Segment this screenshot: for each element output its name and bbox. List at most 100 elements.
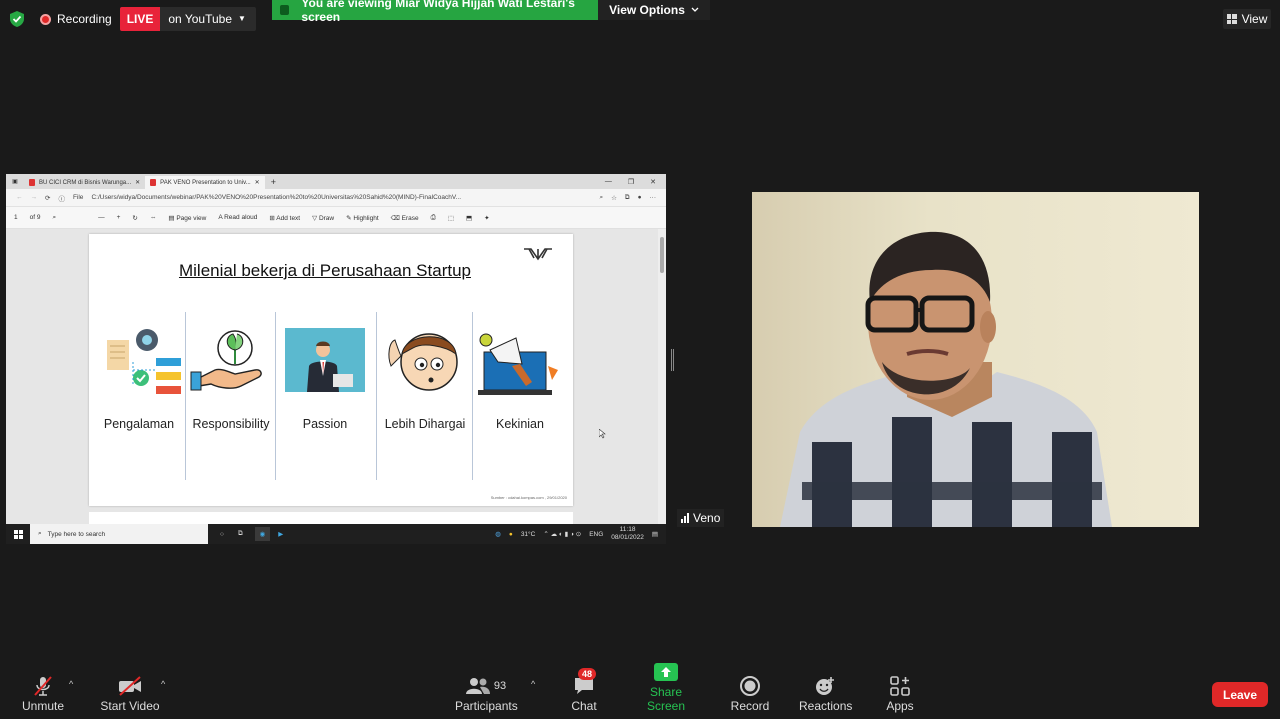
reactions-label: Reactions — [799, 699, 853, 713]
tray-icons[interactable]: ⌃ ☁ ◐ ▮ ◑ ⊙ — [543, 530, 581, 538]
clock[interactable]: 11:18 08/01/2022 — [611, 526, 644, 542]
taskbar-search-input[interactable]: ⌕ Type here to search — [30, 524, 208, 544]
viewing-banner-text: You are viewing Miar Widya Hijjah Wati L… — [301, 0, 575, 24]
pdf-icon — [150, 179, 157, 186]
chat-unread-badge: 48 — [578, 668, 597, 680]
leave-button[interactable]: Leave — [1212, 682, 1268, 707]
chevron-down-icon — [691, 7, 699, 12]
page-view-button[interactable]: ▤ Page view — [168, 214, 206, 222]
windows-taskbar: ⌕ Type here to search ○ ⧉ ◉ ▶ ◍ ● 31°C ⌃… — [6, 524, 666, 544]
notification-icon[interactable]: ▤ — [652, 530, 658, 538]
item-label: Lebih Dihargai — [384, 417, 466, 431]
pin-icon[interactable]: ✦ — [484, 214, 489, 222]
read-aloud-button[interactable]: A Read aloud — [218, 214, 257, 221]
chrome-icon[interactable]: ◍ — [495, 530, 501, 538]
add-text-label: Add text — [276, 214, 301, 222]
minimize-icon[interactable]: — — [605, 178, 612, 186]
youtube-stream-button[interactable]: on YouTube ▼ — [160, 7, 256, 31]
highlight-button[interactable]: ✎ Highlight — [346, 214, 379, 222]
unmute-button[interactable]: Unmute — [18, 673, 68, 713]
recording-status-group: Recording LIVE on YouTube ▼ — [8, 7, 256, 31]
search-icon: ⌕ — [38, 530, 42, 537]
add-text-button[interactable]: ⊞ Add text — [269, 214, 300, 222]
back-icon[interactable]: ← — [16, 194, 23, 201]
reactions-button[interactable]: Reactions — [799, 673, 853, 713]
chat-label: Chat — [571, 699, 597, 713]
time: 11:18 — [619, 526, 636, 533]
page-number-field[interactable]: 1 — [14, 214, 18, 221]
save-as-icon[interactable]: ⬒ — [466, 214, 472, 222]
tab-label: BU CICI CRM di Bisnis Warunga... — [39, 179, 132, 186]
audio-options-caret-icon[interactable]: ^ — [69, 679, 73, 689]
forward-icon[interactable]: → — [31, 194, 38, 201]
tab-actions-icon[interactable]: ▣ — [6, 178, 24, 185]
recording-label: Recording — [57, 12, 112, 26]
highlight-label: Highlight — [353, 214, 379, 222]
collections-icon[interactable]: ⧉ — [625, 194, 630, 202]
zoom-app-icon[interactable]: ▶ — [278, 530, 283, 538]
browser-tab-1[interactable]: BU CICI CRM di Bisnis Warunga... ✕ — [24, 176, 145, 189]
share-screen-button[interactable]: Share Screen — [632, 659, 700, 713]
slide-source: Sumber : cdahai.kompas.com , 29/01/2020 — [490, 495, 567, 500]
view-options-button[interactable]: View Options — [598, 0, 710, 20]
restore-icon[interactable]: ❐ — [628, 178, 634, 186]
erase-label: Erase — [401, 214, 419, 222]
print-icon[interactable]: ⎙ — [431, 214, 436, 222]
windows-start-icon[interactable] — [14, 529, 23, 539]
page-view-label: Page view — [176, 214, 207, 222]
screen-share-icon — [280, 5, 290, 15]
more-icon[interactable]: ··· — [650, 194, 667, 201]
start-video-button[interactable]: Start Video — [100, 673, 160, 713]
close-window-icon[interactable]: ✕ — [650, 178, 656, 186]
slide-item-lebih-dihargai: Lebih Dihargai — [379, 326, 471, 476]
favorites-icon[interactable]: ☆ — [611, 194, 617, 202]
shared-screen: ▣ BU CICI CRM di Bisnis Warunga... ✕ PAK… — [6, 174, 666, 544]
participant-video — [752, 192, 1199, 527]
language[interactable]: ENG — [589, 531, 603, 538]
item-label: Pengalaman — [103, 417, 175, 431]
record-icon — [740, 676, 760, 696]
close-icon[interactable]: ✕ — [135, 179, 140, 186]
cortana-icon[interactable]: ○ — [220, 531, 224, 538]
participants-label: Participants — [455, 699, 518, 713]
signal-strength-icon — [681, 513, 689, 523]
edge-icon[interactable]: ◉ — [254, 527, 271, 541]
reactions-icon — [816, 677, 834, 695]
weather-icon: ● — [508, 530, 513, 538]
recording-indicator-icon — [40, 13, 51, 25]
view-button[interactable]: View — [1223, 9, 1271, 29]
profile-icon[interactable]: ● — [638, 194, 642, 201]
save-icon[interactable]: ⬚ — [448, 214, 454, 222]
refresh-icon[interactable]: ⟳ — [45, 194, 50, 202]
pdf-scrollbar[interactable] — [658, 229, 666, 524]
address-bar: ← → ⟳ ⓘ File C:/Users/widya/Documents/we… — [6, 189, 666, 207]
system-tray: ◍ ● 31°C ⌃ ☁ ◐ ▮ ◑ ⊙ ENG 11:18 08/01/202… — [495, 526, 666, 542]
close-icon[interactable]: ✕ — [255, 179, 260, 186]
fit-page-icon[interactable]: ⇔ — [150, 214, 157, 221]
apps-button[interactable]: Apps — [884, 673, 916, 713]
new-tab-icon[interactable]: + — [265, 177, 276, 187]
chat-button[interactable]: 48 Chat — [566, 668, 602, 713]
meeting-controls: Unmute ^ Start Video ^ 93 Participants ^ — [0, 663, 1280, 719]
participants-button[interactable]: 93 Participants — [455, 673, 518, 713]
zoom-out-icon[interactable]: — — [98, 214, 105, 221]
slide-item-kekinian: Kekinian — [474, 326, 566, 476]
url-field[interactable]: C:/Users/widya/Documents/webinar/PAK%20V… — [91, 194, 591, 201]
erase-button[interactable]: ⌫ Erase — [391, 214, 419, 222]
participants-options-caret-icon[interactable]: ^ — [531, 679, 535, 689]
view-label: View — [1241, 12, 1268, 26]
search-icon[interactable]: ⌕ — [52, 214, 56, 222]
zoom-in-icon[interactable]: + — [117, 214, 121, 221]
browser-tab-2[interactable]: PAK VENO Presentation to Univ... ✕ — [145, 176, 265, 189]
draw-button[interactable]: ▽ Draw — [312, 214, 334, 222]
rotate-icon[interactable]: ↻ — [132, 214, 137, 222]
zoom-icon[interactable]: ⌕ — [599, 194, 603, 202]
tab-label: PAK VENO Presentation to Univ... — [160, 179, 251, 186]
businessman-icon — [285, 328, 365, 392]
shield-icon[interactable] — [8, 10, 26, 28]
resize-handle[interactable] — [671, 349, 674, 371]
record-button[interactable]: Record — [730, 673, 770, 713]
task-view-icon[interactable]: ⧉ — [238, 530, 243, 538]
live-badge: LIVE — [119, 7, 161, 31]
video-options-caret-icon[interactable]: ^ — [161, 679, 165, 689]
